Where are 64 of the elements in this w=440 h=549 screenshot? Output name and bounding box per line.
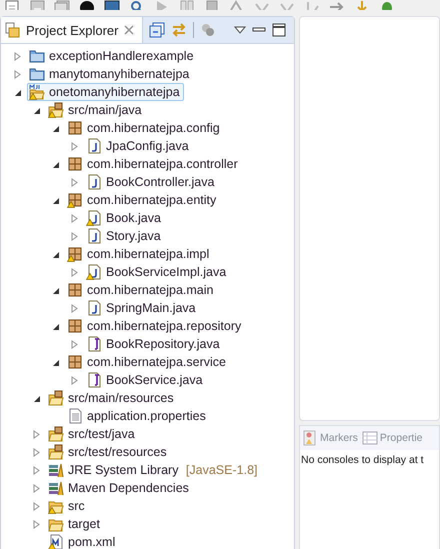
tree-item[interactable]: com.hibernatejpa.config [65, 119, 224, 137]
collapsed-arrow-icon[interactable] [32, 430, 41, 438]
filter-icon[interactable] [200, 22, 216, 38]
tree-item[interactable]: com.hibernatejpa.main [65, 281, 218, 299]
tree-item[interactable]: BookController.java [84, 173, 218, 191]
collapse-all-icon[interactable] [149, 22, 166, 38]
collapsed-arrow-icon[interactable] [70, 268, 79, 276]
tree-item[interactable]: com.hibernatejpa.controller [65, 155, 242, 173]
expanded-arrow-icon[interactable] [51, 358, 60, 366]
expanded-arrow-icon[interactable] [13, 88, 22, 96]
tree-item[interactable]: JpaConfig.java [84, 137, 193, 155]
tree-item[interactable]: Story.java [84, 227, 165, 245]
collapsed-arrow-icon[interactable] [32, 502, 41, 510]
collapsed-arrow-icon[interactable] [32, 484, 41, 492]
collapsed-arrow-icon[interactable] [32, 466, 41, 474]
collapsed-arrow-icon[interactable] [13, 52, 22, 60]
tree-item[interactable]: com.hibernatejpa.impl [65, 245, 214, 263]
tree-item[interactable]: src/main/resources [46, 389, 178, 407]
collapsed-arrow-icon[interactable] [13, 70, 22, 78]
tree-item[interactable]: Maven Dependencies [46, 479, 193, 497]
tree-item[interactable]: src/test/resources [46, 443, 171, 461]
tree-item[interactable]: src/main/java [46, 101, 146, 119]
tree-item[interactable]: BookRepository.java [84, 335, 224, 353]
collapsed-arrow-icon[interactable] [70, 304, 79, 312]
collapsed-arrow-icon[interactable] [70, 142, 79, 150]
tree-item[interactable]: Book.java [84, 209, 165, 227]
tree-item[interactable]: src [46, 497, 89, 515]
tree-item[interactable]: application.properties [65, 407, 210, 425]
close-icon[interactable] [123, 24, 136, 36]
tree-item[interactable]: manytomanyhibernatejpa [27, 65, 194, 83]
tree-item[interactable]: src/test/java [46, 425, 139, 443]
tree-item[interactable]: com.hibernatejpa.entity [65, 191, 220, 209]
tree-item[interactable]: BookService.java [84, 371, 207, 389]
collapsed-arrow-icon[interactable] [70, 214, 79, 222]
expanded-arrow-icon[interactable] [51, 124, 60, 132]
maximize-icon[interactable] [272, 23, 286, 37]
tree-item[interactable]: exceptionHandlerexample [27, 47, 198, 65]
folders-icon [5, 22, 21, 38]
collapsed-arrow-icon[interactable] [70, 376, 79, 384]
console-message: No consoles to display at t [300, 453, 425, 468]
view-tab[interactable]: Project Explorer [1, 17, 144, 43]
view-menu-icon[interactable] [234, 24, 246, 36]
collapsed-arrow-icon[interactable] [70, 232, 79, 240]
tree-item[interactable]: BookServiceImpl.java [84, 263, 230, 281]
expanded-arrow-icon[interactable] [51, 322, 60, 330]
expanded-arrow-icon[interactable] [51, 196, 60, 204]
expanded-arrow-icon[interactable] [51, 250, 60, 258]
collapsed-arrow-icon[interactable] [32, 448, 41, 456]
collapsed-arrow-icon[interactable] [70, 178, 79, 186]
expanded-arrow-icon[interactable] [51, 160, 60, 168]
tree-item[interactable]: com.hibernatejpa.service [65, 353, 230, 371]
collapsed-arrow-icon[interactable] [70, 340, 79, 348]
link-icon[interactable] [171, 22, 188, 38]
expanded-arrow-icon[interactable] [32, 106, 41, 114]
expanded-arrow-icon[interactable] [51, 286, 60, 294]
tree-item[interactable]: SpringMain.java [84, 299, 200, 317]
tree-item[interactable]: JRE System Library [JavaSE-1.8] [46, 461, 262, 479]
collapsed-arrow-icon[interactable] [32, 520, 41, 528]
tree-item[interactable]: com.hibernatejpa.repository [65, 317, 246, 335]
expanded-arrow-icon[interactable] [32, 394, 41, 402]
tree-item[interactable]: pom.xml [46, 533, 120, 549]
tree-item[interactable]: onetomanyhibernatejpa [27, 83, 184, 101]
table-icon [362, 430, 378, 446]
tree-item[interactable]: target [46, 515, 104, 533]
